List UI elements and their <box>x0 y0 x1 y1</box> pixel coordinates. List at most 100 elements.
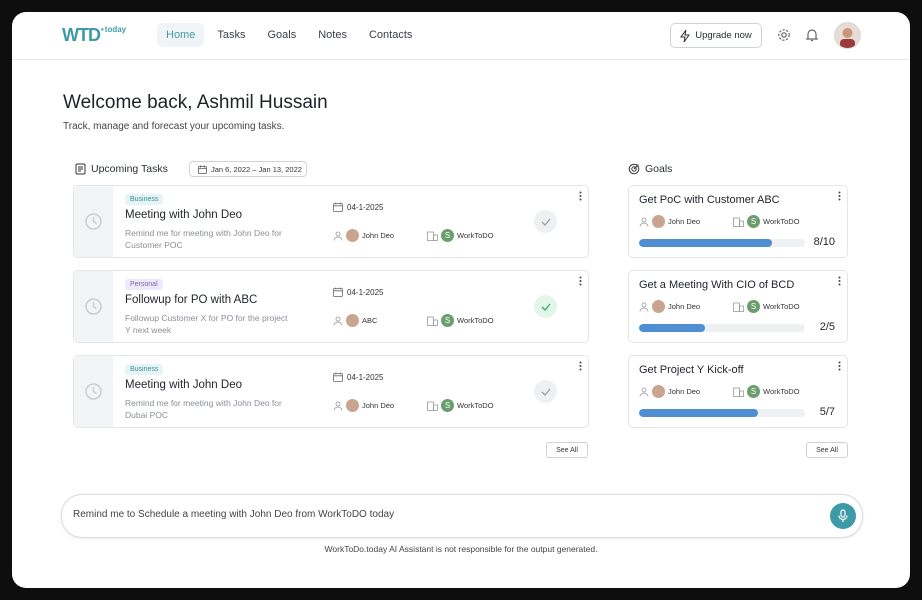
org-logo: S <box>747 300 760 313</box>
task-complete-toggle[interactable] <box>534 295 557 318</box>
person-icon <box>333 316 343 326</box>
assignee-name: John Deo <box>362 401 395 410</box>
owner-avatar <box>652 215 665 228</box>
goal-organization: S WorkToDO <box>733 385 800 398</box>
building-icon <box>733 387 744 397</box>
task-status-strip <box>74 356 113 427</box>
calendar-icon <box>198 165 207 174</box>
date-range-text: Jan 6, 2022 – Jan 13, 2022 <box>211 164 302 174</box>
goal-progress-fill <box>639 239 772 247</box>
task-tag-badge: Business <box>125 364 164 375</box>
person-icon <box>639 387 649 397</box>
task-status-strip <box>74 186 113 257</box>
nav-tasks[interactable]: Tasks <box>208 23 254 47</box>
task-list-icon <box>75 163 86 175</box>
more-vertical-icon <box>579 276 582 286</box>
nav-home[interactable]: Home <box>157 23 205 47</box>
task-due-date: 04-1-2025 <box>333 372 383 382</box>
org-name: WorkToDO <box>457 401 494 410</box>
upgrade-label: Upgrade now <box>695 30 752 41</box>
gear-icon[interactable] <box>776 27 792 43</box>
task-due-date: 04-1-2025 <box>333 287 383 297</box>
task-due-date: 04-1-2025 <box>333 202 383 212</box>
bell-icon[interactable] <box>804 27 820 43</box>
task-card[interactable]: Business Meeting with John Deo Remind me… <box>73 185 589 258</box>
mic-button[interactable] <box>830 503 856 529</box>
calendar-icon <box>333 287 343 297</box>
goal-title: Get PoC with Customer ABC <box>639 194 780 206</box>
calendar-icon <box>333 372 343 382</box>
task-card[interactable]: Personal Followup for PO with ABC Follow… <box>73 270 589 343</box>
task-tag-badge: Personal <box>125 279 163 290</box>
logo-suffix: today <box>104 25 127 34</box>
owner-name: John Deo <box>668 217 701 226</box>
nav-notes[interactable]: Notes <box>309 23 356 47</box>
org-name: WorkToDO <box>457 316 494 325</box>
task-card[interactable]: Business Meeting with John Deo Remind me… <box>73 355 589 428</box>
goal-progress-bar <box>639 409 805 417</box>
goals-see-all-button[interactable]: See All <box>806 442 848 458</box>
goal-progress-bar <box>639 239 805 247</box>
task-description: Followup Customer X for PO for the proje… <box>125 313 288 335</box>
lightning-icon <box>680 29 691 42</box>
goal-card[interactable]: Get PoC with Customer ABC John Deo S Wor… <box>628 185 848 258</box>
assignee-name: ABC <box>362 316 378 325</box>
task-status-strip <box>74 271 113 342</box>
welcome-heading: Welcome back, Ashmil Hussain <box>63 92 328 113</box>
upgrade-button[interactable]: Upgrade now <box>670 23 762 48</box>
assistant-input[interactable] <box>73 509 813 520</box>
task-date-text: 04-1-2025 <box>347 372 384 382</box>
calendar-icon <box>333 202 343 212</box>
task-complete-toggle[interactable] <box>534 210 557 233</box>
task-title: Meeting with John Deo <box>125 209 242 221</box>
goal-card[interactable]: Get Project Y Kick-off John Deo S WorkTo… <box>628 355 848 428</box>
task-assignee: John Deo <box>333 399 394 412</box>
assignee-avatar <box>346 399 359 412</box>
more-vertical-icon <box>838 191 841 201</box>
owner-avatar <box>652 300 665 313</box>
main-nav: Home Tasks Goals Notes Contacts <box>157 23 421 47</box>
goal-progress-fill <box>639 409 758 417</box>
more-vertical-icon <box>838 361 841 371</box>
org-name: WorkToDO <box>763 387 800 396</box>
target-icon <box>628 163 640 175</box>
goal-owner: John Deo <box>639 300 700 313</box>
org-name: WorkToDO <box>763 217 800 226</box>
org-name: WorkToDO <box>457 231 494 240</box>
goal-menu-button[interactable] <box>838 276 841 286</box>
building-icon <box>733 217 744 227</box>
task-menu-button[interactable] <box>579 191 582 201</box>
task-complete-toggle[interactable] <box>534 380 557 403</box>
check-icon <box>541 388 550 396</box>
task-menu-button[interactable] <box>579 361 582 371</box>
nav-contacts[interactable]: Contacts <box>360 23 421 47</box>
goal-organization: S WorkToDO <box>733 300 800 313</box>
org-logo: S <box>441 399 454 412</box>
assistant-disclaimer: WorkToDo.today AI Assistant is not respo… <box>324 544 598 554</box>
org-logo: S <box>441 314 454 327</box>
goal-progress-text: 5/7 <box>819 406 835 418</box>
goal-organization: S WorkToDO <box>733 215 800 228</box>
tasks-see-all-button[interactable]: See All <box>546 442 588 458</box>
goal-title: Get a Meeting With CIO of BCD <box>639 279 795 291</box>
building-icon <box>427 316 438 326</box>
goal-menu-button[interactable] <box>838 361 841 371</box>
task-menu-button[interactable] <box>579 276 582 286</box>
user-avatar[interactable] <box>834 22 861 49</box>
task-organization: S WorkToDO <box>427 399 494 412</box>
brand-logo[interactable]: WTD•today <box>62 25 126 46</box>
check-icon <box>541 303 550 311</box>
task-tag-badge: Business <box>125 194 164 205</box>
task-title: Followup for PO with ABC <box>125 294 258 306</box>
building-icon <box>733 302 744 312</box>
goal-card[interactable]: Get a Meeting With CIO of BCD John Deo S… <box>628 270 848 343</box>
date-range-picker[interactable]: Jan 6, 2022 – Jan 13, 2022 <box>189 161 307 177</box>
person-icon <box>639 302 649 312</box>
task-organization: S WorkToDO <box>427 314 494 327</box>
nav-goals[interactable]: Goals <box>258 23 305 47</box>
goal-menu-button[interactable] <box>838 191 841 201</box>
task-assignee: ABC <box>333 314 377 327</box>
more-vertical-icon <box>838 276 841 286</box>
goal-owner: John Deo <box>639 385 700 398</box>
task-description: Remind me for meeting with John Deo for … <box>125 398 282 420</box>
